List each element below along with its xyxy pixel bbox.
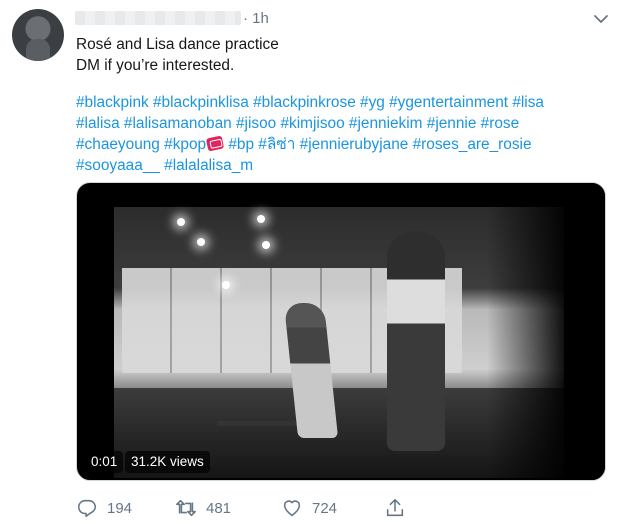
author-name-redacted[interactable] [75, 11, 241, 25]
retweet-icon [176, 499, 196, 517]
video-player[interactable]: 0:01 31.2K views [76, 182, 606, 481]
tweet-timestamp[interactable]: · 1h [243, 11, 269, 27]
dancer-figure [387, 231, 445, 451]
retweet-count: 481 [206, 499, 232, 517]
like-button[interactable]: 724 [281, 496, 337, 520]
ceiling-light [177, 218, 185, 226]
video-views: 31.2K views [125, 451, 210, 473]
share-icon [386, 498, 404, 517]
reply-button[interactable]: 194 [76, 496, 132, 520]
reply-count: 194 [107, 499, 133, 517]
kpop-badge-icon [205, 135, 225, 152]
hashtag-line[interactable]: #lalisa #lalisamanoban #jisoo #kimjisoo … [76, 113, 606, 134]
avatar[interactable] [12, 9, 64, 61]
heart-icon [283, 500, 301, 517]
ceiling-light [197, 238, 205, 246]
ceiling-light [257, 215, 265, 223]
hashtag-line[interactable]: #chaeyoung #kpop #bp #ลิซ่า #jennierubyj… [76, 134, 606, 155]
reply-icon [77, 499, 97, 518]
tweet-text-line: DM if you’re interested. [76, 57, 235, 74]
share-button[interactable] [384, 496, 406, 520]
video-shadow [487, 183, 605, 480]
tweet[interactable]: · 1h Rosé and Lisa dance practice DM if … [0, 0, 620, 525]
video-time: 0:01 [85, 451, 124, 473]
ceiling-light [222, 281, 230, 289]
ceiling-light [262, 241, 270, 249]
hashtag-text[interactable]: #chaeyoung #kpop [76, 136, 206, 153]
tweet-text: Rosé and Lisa dance practice DM if you’r… [76, 34, 606, 76]
hashtag-text[interactable]: #bp #ลิซ่า #jennierubyjane #roses_are_ro… [224, 136, 531, 153]
tweet-actions: 194 481 724 [76, 496, 606, 520]
like-count: 724 [312, 499, 338, 517]
hashtag-line[interactable]: #sooyaaa__ #lalalalisa_m [76, 155, 606, 176]
hashtags: #blackpink #blackpinklisa #blackpinkrose… [76, 92, 606, 176]
retweet-button[interactable]: 481 [175, 496, 231, 520]
tweet-text-line: Rosé and Lisa dance practice [76, 36, 279, 53]
chevron-down-icon[interactable] [592, 12, 610, 26]
hashtag-line[interactable]: #blackpink #blackpinklisa #blackpinkrose… [76, 92, 606, 113]
